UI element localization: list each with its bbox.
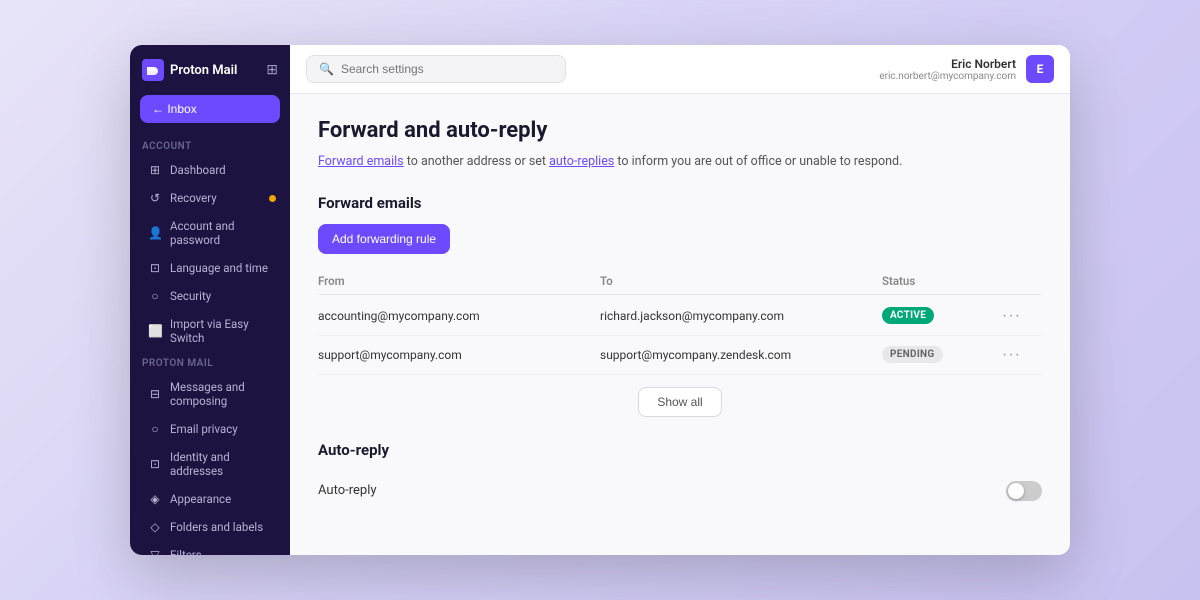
search-box[interactable]: 🔍 — [306, 55, 566, 83]
auto-reply-label: Auto-reply — [318, 483, 377, 498]
sidebar-item-label: Identity and addresses — [170, 450, 272, 478]
security-icon: ○ — [148, 289, 162, 303]
status-badge-pending: PENDING — [882, 346, 943, 363]
row1-actions: ··· — [1002, 307, 1042, 325]
topbar: 🔍 Eric Norbert eric.norbert@mycompany.co… — [290, 45, 1070, 94]
table-header: From To Status — [318, 268, 1042, 295]
page-title: Forward and auto-reply — [318, 118, 1042, 143]
recovery-icon: ↺ — [148, 191, 162, 205]
row1-status: ACTIVE — [882, 307, 1002, 324]
user-info: Eric Norbert eric.norbert@mycompany.com … — [879, 55, 1054, 83]
show-all-button[interactable]: Show all — [638, 387, 721, 417]
sidebar-item-label: Dashboard — [170, 163, 226, 177]
folders-icon: ◇ — [148, 520, 162, 534]
row2-actions: ··· — [1002, 346, 1042, 364]
dashboard-icon: ⊞ — [148, 163, 162, 177]
identity-icon: ⊡ — [148, 457, 162, 471]
auto-reply-title: Auto-reply — [318, 441, 1042, 459]
protonmail-section-label: Proton Mail — [130, 352, 290, 373]
forward-emails-link[interactable]: Forward emails — [318, 154, 404, 169]
sidebar-item-folders[interactable]: ◇ Folders and labels — [136, 514, 284, 540]
filters-icon: ▽ — [148, 548, 162, 555]
status-badge-active: ACTIVE — [882, 307, 934, 324]
row1-more-button[interactable]: ··· — [1002, 307, 1021, 325]
row2-more-button[interactable]: ··· — [1002, 346, 1021, 364]
row2-status: PENDING — [882, 346, 1002, 363]
col-to: To — [600, 274, 882, 288]
desc-suffix: to inform you are out of office or unabl… — [617, 154, 902, 169]
sidebar-item-label: Messages and composing — [170, 380, 272, 408]
sidebar-item-security[interactable]: ○ Security — [136, 283, 284, 309]
sidebar-item-messages[interactable]: ⊟ Messages and composing — [136, 374, 284, 414]
row2-from: support@mycompany.com — [318, 348, 600, 362]
auto-reply-row: Auto-reply — [318, 471, 1042, 511]
table-row: accounting@mycompany.com richard.jackson… — [318, 297, 1042, 336]
main-area: 🔍 Eric Norbert eric.norbert@mycompany.co… — [290, 45, 1070, 555]
recovery-dot — [269, 195, 276, 202]
row1-from: accounting@mycompany.com — [318, 309, 600, 323]
logo-text: Proton Mail — [170, 63, 237, 78]
col-status: Status — [882, 274, 1002, 288]
sidebar-item-label: Language and time — [170, 261, 268, 275]
sidebar-item-email-privacy[interactable]: ○ Email privacy — [136, 416, 284, 442]
sidebar-item-dashboard[interactable]: ⊞ Dashboard — [136, 157, 284, 183]
inbox-button[interactable]: ← Inbox — [140, 95, 280, 123]
forward-section: Forward emails Add forwarding rule From … — [318, 194, 1042, 417]
sidebar-item-label: Security — [170, 289, 211, 303]
desc-middle: to another address or set — [407, 154, 549, 169]
sidebar-item-recovery[interactable]: ↺ Recovery — [136, 185, 284, 211]
user-email: eric.norbert@mycompany.com — [879, 71, 1016, 82]
sidebar-item-label: Folders and labels — [170, 520, 263, 534]
sidebar-item-label: Account and password — [170, 219, 272, 247]
search-icon: 🔍 — [319, 62, 334, 76]
auto-replies-link[interactable]: auto-replies — [549, 154, 614, 169]
sidebar-item-import[interactable]: ⬜ Import via Easy Switch — [136, 311, 284, 351]
user-name: Eric Norbert — [879, 57, 1016, 71]
avatar: E — [1026, 55, 1054, 83]
language-icon: ⊡ — [148, 261, 162, 275]
add-forwarding-rule-button[interactable]: Add forwarding rule — [318, 224, 450, 254]
sidebar-item-label: Email privacy — [170, 422, 238, 436]
sidebar-item-label: Recovery — [170, 191, 217, 205]
col-actions — [1002, 274, 1042, 288]
app-window: Proton Mail ⊞ ← Inbox Account ⊞ Dashboar… — [130, 45, 1070, 555]
logo: Proton Mail — [142, 59, 237, 81]
import-icon: ⬜ — [148, 324, 162, 338]
account-section-label: Account — [130, 135, 290, 156]
forward-section-title: Forward emails — [318, 194, 1042, 212]
sidebar-item-label: Filters — [170, 548, 202, 555]
account-icon: 👤 — [148, 226, 162, 240]
col-from: From — [318, 274, 600, 288]
search-input[interactable] — [341, 62, 553, 76]
appearance-icon: ◈ — [148, 492, 162, 506]
sidebar-item-filters[interactable]: ▽ Filters — [136, 542, 284, 555]
row1-to: richard.jackson@mycompany.com — [600, 309, 882, 323]
sidebar-item-language-time[interactable]: ⊡ Language and time — [136, 255, 284, 281]
sidebar-item-identity[interactable]: ⊡ Identity and addresses — [136, 444, 284, 484]
sidebar-item-account-password[interactable]: 👤 Account and password — [136, 213, 284, 253]
sidebar-header: Proton Mail ⊞ — [130, 45, 290, 95]
content-area: Forward and auto-reply Forward emails to… — [290, 94, 1070, 555]
sidebar-item-label: Import via Easy Switch — [170, 317, 272, 345]
user-details: Eric Norbert eric.norbert@mycompany.com — [879, 57, 1016, 82]
page-description: Forward emails to another address or set… — [318, 153, 1042, 172]
auto-reply-toggle[interactable] — [1006, 481, 1042, 501]
messages-icon: ⊟ — [148, 387, 162, 401]
table-row: support@mycompany.com support@mycompany.… — [318, 336, 1042, 375]
grid-icon[interactable]: ⊞ — [266, 62, 278, 78]
sidebar-item-label: Appearance — [170, 492, 231, 506]
privacy-icon: ○ — [148, 422, 162, 436]
proton-logo-icon — [142, 59, 164, 81]
auto-reply-section: Auto-reply Auto-reply — [318, 441, 1042, 511]
row2-to: support@mycompany.zendesk.com — [600, 348, 882, 362]
sidebar-item-appearance[interactable]: ◈ Appearance — [136, 486, 284, 512]
sidebar: Proton Mail ⊞ ← Inbox Account ⊞ Dashboar… — [130, 45, 290, 555]
